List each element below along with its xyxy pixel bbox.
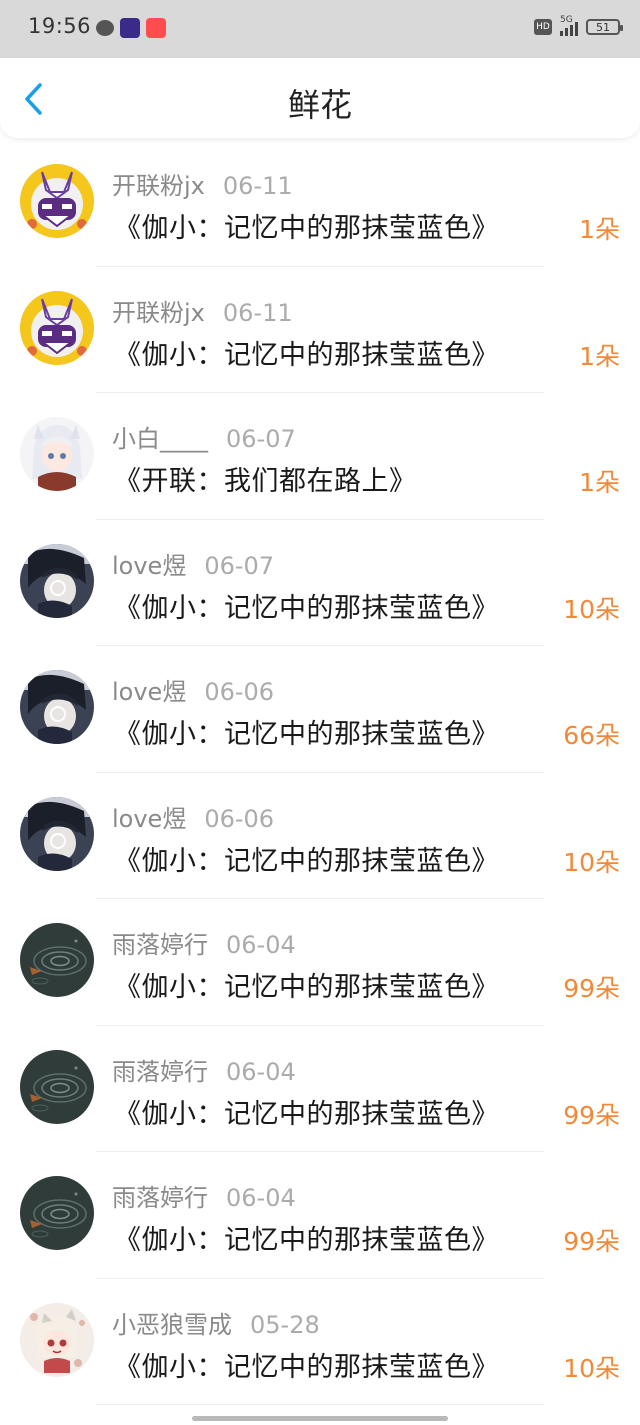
username[interactable]: 雨落婷行	[112, 931, 208, 959]
date: 06-11	[222, 172, 293, 200]
network-type: 5G	[560, 15, 573, 25]
flower-count: 10朵	[563, 1353, 620, 1383]
work-title[interactable]: 《伽小：记忆中的那抹莹蓝色》	[114, 1218, 499, 1257]
flower-count: 10朵	[563, 594, 620, 624]
username[interactable]: 雨落婷行	[112, 1184, 208, 1212]
list-item[interactable]: 雨落婷行 06-04 《伽小：记忆中的那抹莹蓝色》 99朵	[0, 1026, 640, 1152]
hd-icon: HD	[534, 19, 552, 35]
flower-count: 1朵	[579, 468, 620, 497]
battery-icon: 51	[586, 19, 623, 35]
work-title[interactable]: 《伽小：记忆中的那抹莹蓝色》	[114, 965, 499, 1004]
divider	[96, 1404, 544, 1405]
status-indicators: HD 5G 51	[534, 15, 623, 36]
work-title[interactable]: 《伽小：记忆中的那抹莹蓝色》	[114, 839, 499, 878]
meta-line: 雨落婷行 06-04	[112, 925, 296, 960]
flower-list: 开联粉jx 06-11 《伽小：记忆中的那抹莹蓝色》 1朵 开联粉jx 06-11 《伽小…	[0, 140, 640, 1405]
video-app-icon	[120, 18, 140, 38]
list-item[interactable]: 小白____ 06-07 《开联：我们都在路上》 1朵	[0, 393, 640, 520]
avatar[interactable]	[20, 923, 94, 997]
date: 06-04	[226, 1057, 296, 1086]
work-title[interactable]: 《伽小：记忆中的那抹莹蓝色》	[114, 712, 499, 751]
list-item[interactable]: 开联粉jx 06-11 《伽小：记忆中的那抹莹蓝色》 1朵	[0, 140, 640, 267]
avatar[interactable]	[20, 796, 94, 871]
flower-count: 99朵	[563, 974, 620, 1003]
battery-level: 51	[596, 20, 610, 34]
avatar[interactable]	[20, 670, 94, 744]
username[interactable]: 小恶狼雪成	[112, 1311, 232, 1339]
avatar[interactable]	[20, 1302, 94, 1377]
avatar[interactable]	[20, 543, 94, 618]
meta-line: 小恶狼雪成 05-28	[112, 1305, 320, 1340]
avatar[interactable]	[20, 417, 94, 491]
list-item[interactable]: love煜 06-07 《伽小：记忆中的那抹莹蓝色》 10朵	[0, 520, 640, 646]
list-item[interactable]: 小恶狼雪成 05-28 《伽小：记忆中的那抹莹蓝色》 10朵	[0, 1279, 640, 1405]
date: 06-06	[204, 804, 275, 833]
date: 06-07	[204, 551, 275, 580]
wechat-icon	[96, 20, 114, 36]
work-title[interactable]: 《伽小：记忆中的那抹莹蓝色》	[114, 1345, 499, 1384]
meta-line: 雨落婷行 06-04	[112, 1178, 296, 1213]
list-item[interactable]: love煜 06-06 《伽小：记忆中的那抹莹蓝色》 66朵	[0, 646, 640, 773]
date: 06-06	[204, 678, 275, 706]
work-title[interactable]: 《伽小：记忆中的那抹莹蓝色》	[114, 586, 499, 625]
flower-count: 66朵	[563, 721, 620, 750]
username[interactable]: 开联粉jx	[112, 299, 205, 327]
work-title[interactable]: 《开联：我们都在路上》	[114, 459, 417, 498]
avatar[interactable]	[20, 164, 94, 238]
status-bar: 19:56 HD 5G 51	[0, 0, 640, 58]
meta-line: love煜 06-07	[112, 546, 274, 581]
username[interactable]: 开联粉jx	[112, 172, 205, 200]
work-title[interactable]: 《伽小：记忆中的那抹莹蓝色》	[114, 1092, 499, 1131]
avatar[interactable]	[20, 1049, 94, 1124]
list-item[interactable]: 雨落婷行 06-04 《伽小：记忆中的那抹莹蓝色》 99朵	[0, 899, 640, 1026]
app-notification-icon	[146, 18, 166, 38]
date: 05-28	[250, 1310, 320, 1339]
meta-line: 小白____ 06-07	[112, 419, 296, 454]
username[interactable]: love煜	[112, 678, 186, 706]
flower-count: 1朵	[579, 341, 620, 371]
flower-count: 10朵	[563, 847, 620, 877]
home-indicator[interactable]	[192, 1416, 448, 1421]
work-title[interactable]: 《伽小：记忆中的那抹莹蓝色》	[114, 333, 499, 372]
date: 06-11	[222, 298, 293, 327]
page-title: 鲜花	[287, 86, 352, 124]
username[interactable]: love煜	[112, 552, 186, 580]
date: 06-04	[226, 931, 296, 959]
meta-line: 开联粉jx 06-11	[112, 166, 293, 201]
flower-count: 1朵	[579, 215, 620, 244]
date: 06-07	[226, 425, 296, 453]
flower-count: 99朵	[563, 1227, 620, 1256]
meta-line: 开联粉jx 06-11	[112, 293, 293, 328]
meta-line: love煜 06-06	[112, 672, 274, 707]
username[interactable]: love煜	[112, 805, 186, 833]
username[interactable]: 雨落婷行	[112, 1058, 208, 1086]
meta-line: love煜 06-06	[112, 799, 274, 834]
date: 06-04	[226, 1184, 296, 1212]
status-time: 19:56	[28, 14, 92, 38]
meta-line: 雨落婷行 06-04	[112, 1052, 296, 1087]
work-title[interactable]: 《伽小：记忆中的那抹莹蓝色》	[114, 206, 499, 245]
list-item[interactable]: love煜 06-06 《伽小：记忆中的那抹莹蓝色》 10朵	[0, 773, 640, 899]
username[interactable]: 小白____	[112, 425, 208, 453]
list-item[interactable]: 开联粉jx 06-11 《伽小：记忆中的那抹莹蓝色》 1朵	[0, 267, 640, 393]
list-item[interactable]: 雨落婷行 06-04 《伽小：记忆中的那抹莹蓝色》 99朵	[0, 1152, 640, 1279]
avatar[interactable]	[20, 1176, 94, 1250]
notification-icons	[96, 18, 166, 38]
avatar[interactable]	[20, 290, 94, 365]
header: 鲜花	[0, 58, 640, 138]
signal-icon: 5G	[560, 15, 578, 36]
flower-count: 99朵	[563, 1100, 620, 1130]
